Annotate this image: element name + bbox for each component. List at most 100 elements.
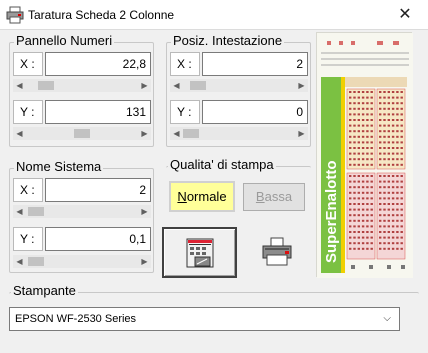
ticket-cell bbox=[357, 203, 360, 205]
ticket-cell bbox=[387, 141, 390, 144]
ticket-cell bbox=[361, 102, 365, 105]
close-button[interactable]: ✕ bbox=[382, 0, 428, 30]
ticket-cell bbox=[391, 175, 395, 177]
bassa-button[interactable]: Bassa bbox=[243, 183, 305, 211]
ticket-cell bbox=[396, 113, 399, 116]
printer-select[interactable]: EPSON WF-2530 Series ⌵ bbox=[9, 307, 400, 331]
ticket-cell bbox=[396, 147, 399, 149]
ticket-cell bbox=[366, 163, 369, 166]
ticket-cell bbox=[370, 141, 373, 144]
ticket-cell bbox=[366, 231, 369, 233]
ticket-cell bbox=[379, 203, 382, 205]
scroll-right-icon[interactable]: ▶ bbox=[295, 79, 308, 92]
save-settings-button[interactable] bbox=[162, 227, 237, 278]
ticket-cell bbox=[383, 197, 386, 200]
nome-sistema-x-scrollbar[interactable]: ◀ ▶ bbox=[13, 205, 151, 218]
ticket-cell bbox=[387, 147, 390, 149]
ticket-cell bbox=[370, 152, 373, 155]
ticket-cell bbox=[391, 96, 395, 99]
pannello-numeri-x-input[interactable]: 22,8 bbox=[45, 52, 151, 76]
chevron-down-icon: ⌵ bbox=[383, 313, 391, 324]
ticket-cell bbox=[387, 163, 390, 166]
ticket-cell bbox=[383, 219, 386, 222]
pannello-numeri-y-input[interactable]: 131 bbox=[45, 100, 151, 124]
ticket-cell bbox=[349, 191, 352, 194]
ticket-cell bbox=[370, 147, 373, 149]
nome-sistema-y-input[interactable]: 0,1 bbox=[45, 227, 151, 251]
ticket-cell bbox=[361, 191, 365, 194]
group-label-nome-sistema: Nome Sistema bbox=[14, 159, 104, 174]
ticket-cell bbox=[396, 191, 399, 194]
posiz-intestazione-x-input[interactable]: 2 bbox=[202, 52, 308, 76]
scroll-thumb[interactable] bbox=[74, 129, 90, 138]
ticket-cell bbox=[357, 107, 360, 110]
nome-sistema-x-input[interactable]: 2 bbox=[45, 178, 151, 202]
ticket-cell bbox=[379, 180, 382, 183]
ticket-cell bbox=[366, 197, 369, 200]
ticket-cell bbox=[383, 242, 386, 245]
ticket-cell bbox=[400, 113, 403, 116]
ticket-cell bbox=[396, 203, 399, 205]
ticket-cell bbox=[400, 242, 403, 245]
ticket-cell bbox=[357, 186, 360, 189]
ticket-cell bbox=[391, 152, 395, 155]
scroll-right-icon[interactable]: ▶ bbox=[138, 205, 151, 218]
ticket-cell bbox=[387, 119, 390, 121]
ticket-cell bbox=[357, 242, 360, 245]
ticket-cell bbox=[349, 175, 352, 177]
normale-button[interactable]: Normale bbox=[169, 181, 235, 212]
scroll-thumb[interactable] bbox=[183, 129, 199, 138]
posiz-intestazione-x-scrollbar[interactable]: ◀ ▶ bbox=[170, 79, 308, 92]
posiz-intestazione-y-scrollbar[interactable]: ◀ ▶ bbox=[170, 127, 308, 140]
ticket-cell bbox=[391, 231, 395, 233]
ticket-cell bbox=[357, 152, 360, 155]
ticket-cell bbox=[379, 102, 382, 105]
ticket-cell bbox=[353, 91, 356, 93]
scroll-right-icon[interactable]: ▶ bbox=[138, 127, 151, 140]
ticket-cell bbox=[396, 135, 399, 138]
scroll-thumb[interactable] bbox=[27, 207, 44, 216]
scroll-left-icon[interactable]: ◀ bbox=[13, 205, 26, 218]
ticket-cell bbox=[391, 91, 395, 93]
ticket-preview-image: SuperEnalotto bbox=[317, 33, 413, 278]
ticket-cell bbox=[391, 242, 395, 245]
ticket-cell bbox=[387, 107, 390, 110]
ticket-cell bbox=[383, 141, 386, 144]
pannello-numeri-y-scrollbar[interactable]: ◀ ▶ bbox=[13, 127, 151, 140]
ticket-cell bbox=[383, 119, 386, 121]
title-bar: Taratura Scheda 2 Colonne ✕ bbox=[0, 0, 428, 30]
scroll-right-icon[interactable]: ▶ bbox=[138, 79, 151, 92]
ticket-cell bbox=[366, 208, 369, 211]
scroll-left-icon[interactable]: ◀ bbox=[13, 79, 26, 92]
ticket-cell bbox=[391, 102, 395, 105]
nome-sistema-y-scrollbar[interactable]: ◀ ▶ bbox=[13, 255, 151, 268]
ticket-cell bbox=[400, 208, 403, 211]
ticket-cell bbox=[400, 203, 403, 205]
ticket-cell bbox=[370, 102, 373, 105]
ticket-cell bbox=[391, 130, 395, 133]
scroll-left-icon[interactable]: ◀ bbox=[170, 127, 183, 140]
scroll-thumb[interactable] bbox=[189, 81, 206, 90]
ticket-cell bbox=[353, 141, 356, 144]
ticket-cell bbox=[396, 219, 399, 222]
scroll-thumb[interactable] bbox=[38, 81, 55, 90]
scroll-right-icon[interactable]: ▶ bbox=[138, 255, 151, 268]
ticket-cell bbox=[400, 91, 403, 93]
ticket-cell bbox=[361, 219, 365, 222]
ticket-cell bbox=[366, 236, 369, 239]
ticket-cell bbox=[370, 242, 373, 245]
ticket-cell bbox=[366, 158, 369, 161]
ticket-cell bbox=[353, 130, 356, 133]
posiz-intestazione-y-input[interactable]: 0 bbox=[202, 100, 308, 124]
ticket-cell bbox=[370, 197, 373, 200]
scroll-left-icon[interactable]: ◀ bbox=[13, 127, 26, 140]
ticket-cell bbox=[383, 214, 386, 217]
scroll-right-icon[interactable]: ▶ bbox=[295, 127, 308, 140]
pannello-numeri-x-scrollbar[interactable]: ◀ ▶ bbox=[13, 79, 151, 92]
ticket-cell bbox=[387, 175, 390, 177]
ticket-cell bbox=[353, 152, 356, 155]
scroll-thumb[interactable] bbox=[27, 257, 44, 266]
scroll-left-icon[interactable]: ◀ bbox=[13, 255, 26, 268]
print-button[interactable] bbox=[243, 227, 311, 278]
scroll-left-icon[interactable]: ◀ bbox=[170, 79, 183, 92]
